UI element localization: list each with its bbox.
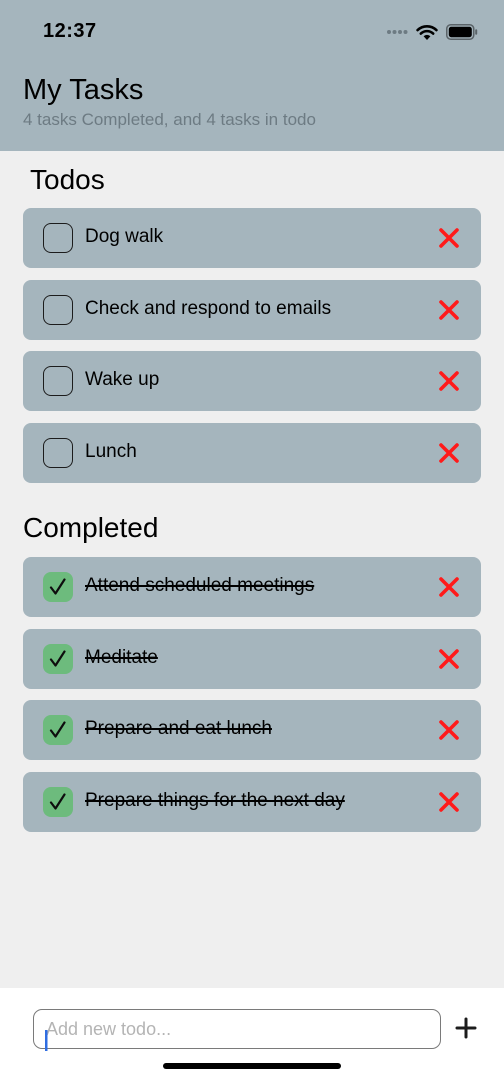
completed-section-title: Completed: [23, 512, 159, 543]
checkmark-icon: [49, 650, 66, 667]
home-indicator: [163, 1063, 341, 1069]
delete-icon[interactable]: [438, 442, 460, 464]
completed-checkbox[interactable]: [43, 787, 73, 817]
delete-icon[interactable]: [438, 791, 460, 813]
header: 12:37 My Tasks 4 tasks Completed, and 4 …: [0, 0, 504, 151]
checkmark-icon: [49, 578, 66, 595]
cellular-signal-icon: [387, 30, 408, 34]
status-icons: [386, 20, 478, 44]
todo-label: Wake up: [85, 369, 160, 390]
delete-icon[interactable]: [438, 370, 460, 392]
status-time: 12:37: [43, 20, 97, 42]
new-todo-input[interactable]: [33, 1009, 441, 1049]
delete-icon[interactable]: [438, 227, 460, 249]
completed-label: Prepare things for the next day: [85, 790, 345, 811]
completed-item: Prepare things for the next day: [23, 772, 481, 832]
page-subtitle: 4 tasks Completed, and 4 tasks in todo: [23, 110, 316, 129]
todo-item: Wake up: [23, 351, 481, 411]
todo-checkbox[interactable]: [43, 438, 73, 468]
delete-icon[interactable]: [438, 299, 460, 321]
page-title: My Tasks: [23, 74, 144, 106]
text-cursor: [45, 1030, 48, 1051]
todo-checkbox[interactable]: [43, 223, 73, 253]
checkmark-icon: [49, 793, 66, 810]
battery-icon: [446, 24, 478, 40]
delete-icon[interactable]: [438, 576, 460, 598]
app-screen: 12:37 My Tasks 4 tasks Completed, and 4 …: [0, 0, 504, 1080]
todo-checkbox[interactable]: [43, 366, 73, 396]
todo-checkbox[interactable]: [43, 295, 73, 325]
todo-label: Dog walk: [85, 226, 164, 247]
completed-label: Prepare and eat lunch: [85, 718, 272, 739]
todo-label: Check and respond to emails: [85, 298, 332, 319]
completed-checkbox[interactable]: [43, 715, 73, 745]
completed-label: Meditate: [85, 647, 158, 668]
todos-section-title: Todos: [30, 164, 105, 195]
todo-label: Lunch: [85, 441, 137, 462]
todo-item: Check and respond to emails: [23, 280, 481, 340]
wifi-icon: [416, 24, 438, 40]
completed-label: Attend scheduled meetings: [85, 575, 315, 596]
completed-item: Attend scheduled meetings: [23, 557, 481, 617]
delete-icon[interactable]: [438, 719, 460, 741]
todo-item: Lunch: [23, 423, 481, 483]
delete-icon[interactable]: [438, 648, 460, 670]
completed-item: Meditate: [23, 629, 481, 689]
completed-checkbox[interactable]: [43, 572, 73, 602]
plus-icon[interactable]: [455, 1017, 477, 1039]
completed-checkbox[interactable]: [43, 644, 73, 674]
checkmark-icon: [49, 721, 66, 738]
completed-item: Prepare and eat lunch: [23, 700, 481, 760]
todo-item: Dog walk: [23, 208, 481, 268]
